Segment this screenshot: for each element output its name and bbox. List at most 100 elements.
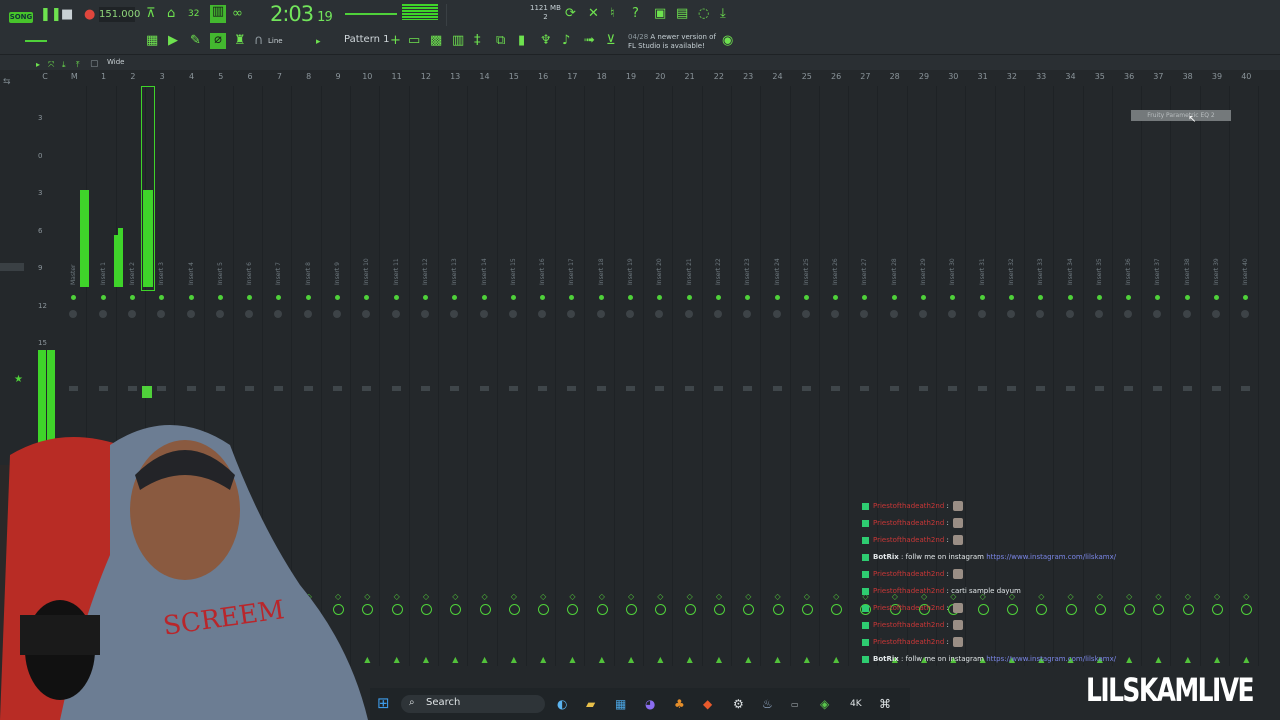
mixer-strip[interactable] [672,86,674,666]
volume-fader[interactable] [215,386,225,391]
pan-knob[interactable] [772,310,781,318]
insert-label[interactable]: Insert 39 [1213,258,1220,285]
steam-icon[interactable]: ♨ [762,697,773,711]
pan-knob[interactable] [450,310,459,318]
send-knob[interactable] [508,604,520,615]
insert-label[interactable]: Insert 7 [275,262,282,285]
mixer-strip[interactable] [1229,86,1230,666]
volume-fader[interactable] [1124,386,1134,391]
mixer-icon[interactable]: ‡ [474,34,481,48]
insert-label[interactable]: Insert 15 [510,258,517,285]
volume-fader[interactable] [626,386,635,391]
mixer-strip[interactable] [525,86,527,666]
discord-icon[interactable]: ◕ [645,697,655,711]
chat-username[interactable]: Priestofthadeath2nd [873,536,944,544]
insert-label[interactable]: Insert 36 [1125,258,1132,285]
channel-rack-icon[interactable]: ▥ [452,34,464,48]
track-enable-led[interactable] [510,295,516,300]
volume-fader[interactable] [333,386,342,391]
windows-start-icon[interactable]: ⊞ [377,694,390,712]
layers-icon[interactable]: ◈ [820,697,829,711]
pan-knob[interactable] [1065,310,1074,318]
insert-label[interactable]: Insert 24 [774,258,781,285]
mic-icon[interactable]: ♮ [610,7,615,21]
playlist-view-icon[interactable]: ▭ [408,34,420,48]
mixer-strip[interactable] [408,86,410,666]
pan-knob[interactable] [538,310,547,318]
link-icon[interactable]: ⌀ [210,33,226,49]
chat-username[interactable]: Priestofthadeath2nd [873,621,944,629]
pan-knob[interactable] [713,310,722,318]
brave-icon[interactable]: ◆ [703,697,712,711]
insert-label[interactable]: Insert 18 [598,258,605,285]
insert-label[interactable]: Insert 35 [1096,258,1103,285]
volume-fader[interactable] [1182,386,1192,391]
send-knob[interactable] [391,604,403,615]
pan-knob[interactable] [1153,310,1162,318]
volume-fader[interactable] [274,386,284,391]
route-arrow[interactable]: ▲ [1214,655,1220,664]
route-arrow[interactable]: ▲ [452,655,458,664]
track-enable-led[interactable] [745,295,751,300]
insert2-fader[interactable] [142,386,152,398]
update-notice[interactable]: 04/28 A newer version of FL Studio is av… [628,33,716,51]
track-enable-led[interactable] [540,295,546,300]
route-arrow[interactable]: ▲ [394,655,400,664]
insert-label[interactable]: Insert 17 [568,258,575,285]
mixer-strip[interactable] [613,86,615,666]
pan-knob[interactable] [801,310,810,318]
4k-icon[interactable]: 4K [850,699,862,709]
store-icon[interactable]: ▦ [615,697,626,711]
volume-fader[interactable] [713,386,723,391]
mixer-strip[interactable] [467,86,469,666]
track-enable-led[interactable] [803,295,809,300]
project-icon[interactable]: ➟ [584,34,595,48]
route-arrow[interactable]: ▲ [1185,655,1191,664]
volume-fader[interactable] [362,386,372,391]
pan-knob[interactable] [567,310,576,318]
insert-label[interactable]: Insert 29 [920,258,927,285]
pan-knob[interactable] [626,310,634,318]
help-icon[interactable]: ? [632,7,639,21]
send-knob[interactable] [743,604,755,615]
snap-label[interactable]: Line [268,37,283,45]
pan-knob[interactable] [1124,310,1133,318]
playlist-icon[interactable]: ▦ [146,34,158,48]
insert-label[interactable]: Insert 4 [188,262,195,285]
volume-fader[interactable] [508,386,518,391]
insert-label[interactable]: Insert 20 [656,258,663,285]
pan-knob[interactable] [303,310,312,318]
send-knob[interactable] [626,604,637,615]
insert-label[interactable]: Insert 38 [1184,258,1191,285]
track-enable-led[interactable] [1096,295,1102,300]
save-icon[interactable]: ▣ [654,7,666,21]
volume-fader[interactable] [1241,386,1251,391]
pan-knob[interactable] [186,310,195,318]
loop-record-icon[interactable]: ∞ [232,7,243,21]
route-arrow[interactable]: ▲ [482,655,488,664]
chat-username[interactable]: Priestofthadeath2nd [873,587,944,595]
insert-label[interactable]: Insert 31 [979,258,986,285]
volume-fader[interactable] [567,386,577,391]
send-knob[interactable] [450,604,462,615]
track-enable-led[interactable] [979,295,985,300]
send-knob[interactable] [772,604,784,615]
insert-label[interactable]: Insert 23 [744,258,751,285]
pan-knob[interactable] [1241,310,1250,318]
pan-knob[interactable] [69,310,78,318]
chat-link[interactable]: https://www.instagram.com/lilskamx/ [984,553,1116,561]
wait-input-icon[interactable]: ⌂ [167,7,175,21]
chat-username[interactable]: BotRix [873,553,899,561]
track-enable-led[interactable] [1067,295,1073,300]
settings-icon[interactable]: ⚙ [733,697,744,711]
send-knob[interactable] [538,604,550,615]
route-arrow[interactable]: ▲ [599,655,605,664]
pan-knob[interactable] [508,310,517,318]
mixer-strip[interactable] [379,86,381,666]
track-enable-led[interactable] [276,295,282,300]
mixer-strip[interactable] [584,86,586,666]
browser-icon[interactable]: ▮ [518,34,525,48]
volume-fader[interactable] [303,386,313,391]
track-enable-led[interactable] [305,295,311,300]
volume-fader[interactable] [596,386,606,391]
